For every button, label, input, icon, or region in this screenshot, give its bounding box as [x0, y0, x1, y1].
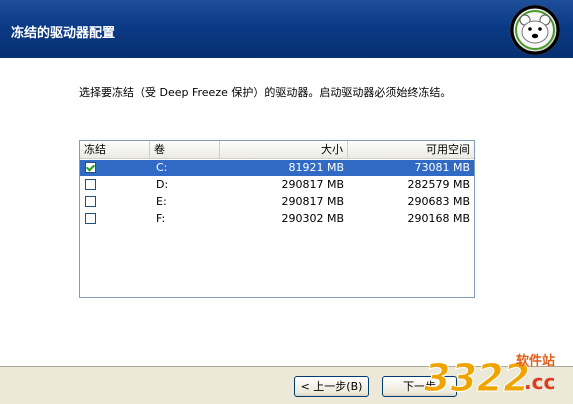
column-header-size[interactable]: 大小 [220, 141, 348, 158]
table-row[interactable]: C: 81921 MB 73081 MB [80, 160, 474, 176]
watermark-logo-icon: 3322 软件站 .cc [424, 353, 556, 401]
size-cell: 290302 MB [281, 212, 344, 225]
page-title: 冻结的驱动器配置 [11, 26, 116, 41]
table-row[interactable]: F: 290302 MB 290168 MB [80, 211, 474, 227]
wizard-header: 冻结的驱动器配置 [0, 0, 573, 58]
column-header-volume[interactable]: 卷 [150, 141, 220, 158]
polar-bear-icon [510, 5, 560, 55]
free-space-cell: 290168 MB [407, 212, 470, 225]
freeze-checkbox[interactable] [85, 162, 96, 173]
instruction-text: 选择要冻结（受 Deep Freeze 保护）的驱动器。启动驱动器必须始终冻结。 [79, 86, 452, 99]
volume-cell: D: [156, 178, 169, 191]
list-header: 冻结 卷 大小 可用空间 [80, 141, 474, 159]
polar-bear-logo-icon [510, 5, 560, 55]
size-cell: 290817 MB [281, 195, 344, 208]
drive-list[interactable]: 冻结 卷 大小 可用空间 C: 81921 MB 73081 MB D: 290… [79, 140, 475, 298]
size-cell: 290817 MB [281, 178, 344, 191]
column-header-free-space[interactable]: 可用空间 [348, 141, 474, 158]
volume-cell: E: [156, 195, 167, 208]
freeze-checkbox[interactable] [85, 179, 96, 190]
free-space-cell: 290683 MB [407, 195, 470, 208]
freeze-checkbox[interactable] [85, 196, 96, 207]
watermark-suffix: .cc [524, 370, 555, 394]
freeze-checkbox[interactable] [85, 213, 96, 224]
watermark: 3322 软件站 .cc [420, 347, 570, 401]
back-button[interactable]: < 上一步(B) [294, 376, 369, 397]
free-space-cell: 282579 MB [407, 178, 470, 191]
table-row[interactable]: E: 290817 MB 290683 MB [80, 194, 474, 210]
free-space-cell: 73081 MB [414, 161, 470, 174]
table-row[interactable]: D: 290817 MB 282579 MB [80, 177, 474, 193]
volume-cell: F: [156, 212, 166, 225]
column-header-frozen[interactable]: 冻结 [80, 141, 150, 158]
volume-cell: C: [156, 161, 168, 174]
watermark-number: 3322 [424, 356, 530, 400]
watermark-text: 软件站 [516, 353, 555, 369]
size-cell: 81921 MB [288, 161, 344, 174]
